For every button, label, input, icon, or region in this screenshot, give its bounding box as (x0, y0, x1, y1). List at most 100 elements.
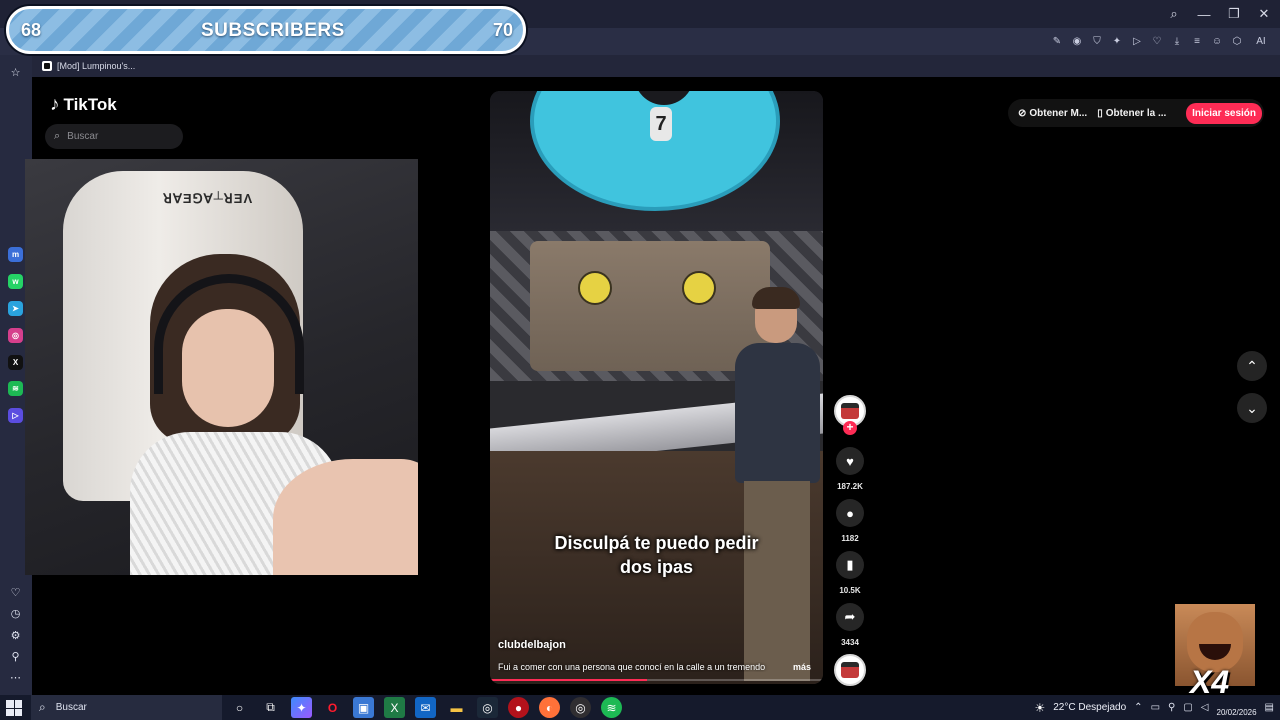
taskbar-date[interactable]: 20/02/2026 (1217, 708, 1257, 717)
star-icon[interactable]: ☆ (8, 65, 23, 80)
notifications-icon[interactable]: ▤ (1265, 702, 1274, 713)
get-coins-button[interactable]: ⊘ Obtener M... (1018, 108, 1087, 119)
meme-face (1187, 612, 1243, 672)
firefox-icon[interactable]: ◐ (539, 697, 560, 718)
more-icon[interactable]: ⋯ (8, 670, 23, 685)
more-link[interactable]: más (793, 662, 811, 672)
cat-eye-left (578, 271, 612, 305)
extension-icon[interactable]: ✦ (1110, 36, 1124, 47)
share-count: 3434 (841, 638, 859, 647)
streamer-leg (273, 459, 418, 575)
follow-button[interactable]: + (843, 421, 857, 435)
telegram-icon[interactable]: ➤ (8, 301, 23, 316)
like-button[interactable]: ♥ (836, 447, 864, 475)
shield-icon[interactable]: ⛉ (1090, 36, 1104, 47)
coin-icon: ⊘ (1018, 107, 1027, 119)
chevron-up-icon[interactable]: ⌃ (1134, 702, 1142, 713)
heart-icon[interactable]: ♡ (8, 585, 23, 600)
app-red-icon[interactable]: ● (508, 697, 529, 718)
video-username[interactable]: clubdelbajon (498, 639, 566, 651)
camera-icon[interactable]: ◉ (1070, 36, 1084, 47)
cat-eye-right (682, 271, 716, 305)
play-icon[interactable]: ▷ (1130, 36, 1144, 47)
system-tray: ☀ 22°C Despejado ⌃ ▭ ⚲ ▢ ◁ 20/02/2026 ▤ (1034, 695, 1274, 720)
share-icon: ➦ (844, 609, 856, 624)
video-description: Fui a comer con una persona que conocí e… (498, 662, 766, 672)
save-count: 10.5K (839, 586, 861, 595)
taskbar-apps: ○ ⧉ ✦ O ▣ X ✉ ▬ ◎ ● ◐ ◎ ≋ (229, 695, 622, 720)
get-app-label: Obtener la ... (1105, 107, 1167, 119)
edit-icon[interactable]: ✎ (1050, 36, 1064, 47)
folder-icon[interactable]: ▬ (446, 697, 467, 718)
excel-icon[interactable]: X (384, 697, 405, 718)
bookmark-item[interactable]: [Mod] Lumpinou's... (57, 61, 135, 71)
whatsapp-icon[interactable]: w (8, 274, 23, 289)
download-icon[interactable]: ⤓ (1170, 36, 1184, 47)
toolbar-icons: ✎ ◉ ⛉ ✦ ▷ ♡ ⤓ ≡ ☺ ⬡ AI (1050, 28, 1272, 55)
next-video-button[interactable]: ⌄ (1237, 393, 1267, 423)
menu-icon[interactable]: ≡ (1190, 36, 1204, 47)
video-caption: Disculpá te puedo pedir dos ipas (490, 531, 823, 579)
instagram-icon[interactable]: ◎ (8, 328, 23, 343)
settings-icon[interactable]: ⚙ (8, 628, 23, 643)
x-icon[interactable]: X (8, 355, 23, 370)
steam-icon[interactable]: ◎ (477, 697, 498, 718)
sub-count-current: 68 (21, 20, 42, 40)
taskbar-search-placeholder: Buscar (55, 702, 87, 713)
comment-button[interactable]: ● (836, 499, 864, 527)
comment-count: 1182 (841, 534, 859, 543)
volume-icon[interactable]: ◁ (1201, 702, 1209, 713)
cortana-icon[interactable]: ○ (229, 697, 250, 718)
clock-icon[interactable]: ◷ (8, 606, 23, 621)
save-button[interactable]: ▮ (836, 551, 864, 579)
display-icon[interactable]: ▢ (1183, 702, 1192, 713)
chair-logo: ꓤ∀Ǝ⅁∀┴ꓤƎΛ (163, 191, 254, 206)
screen: ⌕ — ❐ ✕ ✎ ◉ ⛉ ✦ ▷ ♡ ⤓ ≡ ☺ ⬡ AI [Mod] Lum… (0, 0, 1280, 720)
weather-text[interactable]: 22°C Despejado (1053, 702, 1126, 713)
player-icon[interactable]: ▷ (8, 408, 23, 423)
sub-count-goal: 70 (493, 20, 514, 40)
cube-icon[interactable]: ⬡ (1230, 36, 1244, 47)
search-placeholder: Buscar (67, 131, 99, 142)
share-button[interactable]: ➦ (836, 603, 864, 631)
bulb-icon[interactable]: ⚲ (8, 649, 23, 664)
spotify-icon[interactable]: ≋ (8, 381, 23, 396)
video-player[interactable]: 7 Disculpá te puedo pedir dos ipas clubd… (490, 91, 823, 684)
person-hair (752, 287, 800, 309)
minimize-icon[interactable]: — (1196, 7, 1212, 22)
comment-icon: ● (846, 505, 854, 521)
tiktok-wordmark: TikTok (63, 95, 117, 114)
sound-avatar[interactable] (834, 654, 866, 686)
opera-icon[interactable]: O (322, 697, 343, 718)
search-icon[interactable]: ⌕ (1166, 6, 1182, 22)
heart-icon[interactable]: ♡ (1150, 36, 1164, 47)
outlook-icon[interactable]: ✉ (415, 697, 436, 718)
spotify-icon[interactable]: ≋ (601, 697, 622, 718)
video-ball: 7 (650, 107, 672, 141)
close-icon[interactable]: ✕ (1256, 6, 1272, 22)
get-app-button[interactable]: ▯ Obtener la ... (1097, 108, 1166, 119)
obs-icon[interactable]: ◎ (570, 697, 591, 718)
bookmark-favicon-icon (42, 61, 52, 71)
like-count: 187.2K (837, 482, 863, 491)
store-icon[interactable]: ▣ (353, 697, 374, 718)
task-view-icon[interactable]: ⧉ (260, 697, 281, 718)
ai-button[interactable]: AI (1250, 36, 1272, 47)
search-icon: ⌕ (54, 130, 61, 142)
mic-icon[interactable]: ⚲ (1168, 702, 1175, 713)
video-progress[interactable] (490, 679, 823, 681)
messenger-icon[interactable]: m (8, 247, 23, 262)
copilot-icon[interactable]: ✦ (291, 697, 312, 718)
prev-video-button[interactable]: ⌃ (1237, 351, 1267, 381)
login-button[interactable]: Iniciar sesión (1186, 102, 1262, 124)
network-icon[interactable]: ▭ (1151, 702, 1160, 713)
user-icon[interactable]: ☺ (1210, 36, 1224, 47)
search-input[interactable]: ⌕ Buscar (45, 124, 183, 149)
restore-icon[interactable]: ❐ (1226, 6, 1242, 22)
taskbar-search[interactable]: ⌕ Buscar (31, 695, 222, 720)
caption-line-2: dos ipas (619, 557, 694, 577)
sub-label: SUBSCRIBERS (201, 20, 345, 41)
video-progress-fill (490, 679, 647, 681)
windows-start-icon[interactable] (6, 700, 22, 716)
tiktok-logo[interactable]: ♪ TikTok (50, 94, 117, 116)
